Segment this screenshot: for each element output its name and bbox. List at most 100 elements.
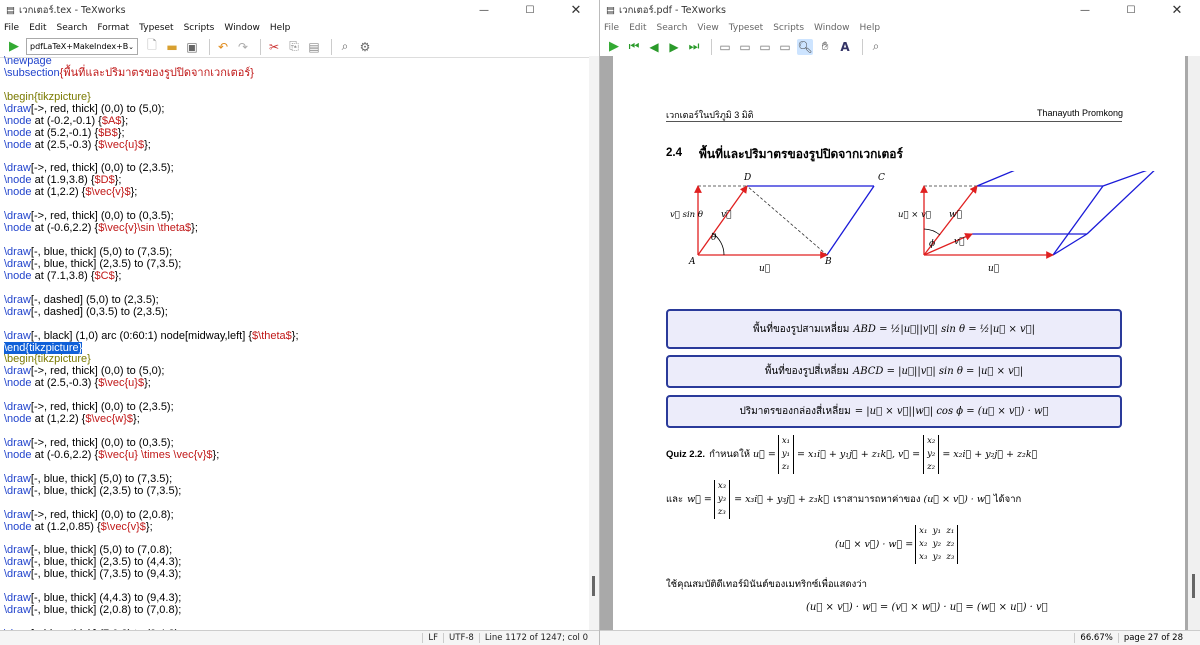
- paste-icon[interactable]: ▤: [306, 39, 322, 55]
- code-line[interactable]: \node at (-0.6,2.2) {$\vec{v}\sin \theta…: [4, 222, 590, 235]
- menu-help[interactable]: Help: [860, 23, 881, 33]
- code-line[interactable]: \begin{tikzpicture}: [4, 91, 590, 104]
- code-line[interactable]: \node at (2.5,-0.3) {$\vec{u}$};: [4, 139, 590, 152]
- code-line[interactable]: \node at (-0.6,2.2) {$\vec{u} \times \ve…: [4, 449, 590, 462]
- page-indicator[interactable]: page 27 of 28: [1117, 633, 1188, 643]
- menu-edit[interactable]: Edit: [629, 23, 646, 33]
- code-line[interactable]: \node at (1,2.2) {$\vec{w}$};: [4, 413, 590, 426]
- code-line[interactable]: \draw[-, blue, thick] (5,0) to (7,3.5);: [4, 473, 590, 486]
- find-icon[interactable]: ⌕: [337, 39, 353, 55]
- code-line[interactable]: \node at (2.5,-0.3) {$\vec{u}$};: [4, 377, 590, 390]
- label-vsin: v⃗ sin θ: [670, 210, 703, 220]
- open-folder-icon[interactable]: ▬: [164, 39, 180, 55]
- next-page-icon[interactable]: ▶: [666, 39, 682, 55]
- menu-scripts[interactable]: Scripts: [773, 23, 804, 33]
- code-line[interactable]: \end{tikzpicture}: [4, 341, 590, 355]
- editor-scrollbar[interactable]: [589, 56, 599, 630]
- maximize-button[interactable]: ☐: [1108, 5, 1154, 16]
- hand-tool-icon[interactable]: ✋︎: [817, 39, 833, 55]
- tex-file-icon: ▤: [6, 4, 15, 16]
- menu-scripts[interactable]: Scripts: [184, 23, 215, 33]
- quiz-u-lhs: u⃗ =: [753, 449, 776, 460]
- edge-8: [1086, 171, 1155, 235]
- cursor-position[interactable]: Line 1172 of 1247; col 0: [478, 633, 593, 643]
- code-line[interactable]: \node at (7.1,3.8) {$C$};: [4, 270, 590, 283]
- toolbar-separator: [209, 38, 210, 55]
- find-icon[interactable]: ⌕: [868, 39, 884, 55]
- code-line[interactable]: \node at (1,2.2) {$\vec{v}$};: [4, 186, 590, 199]
- menu-typeset[interactable]: Typeset: [139, 23, 173, 33]
- save-icon[interactable]: ▣: [184, 39, 200, 55]
- code-line[interactable]: \subsection{พื้นที่และปริมาตรของรูปปิดจา…: [4, 67, 590, 80]
- zoom-level[interactable]: 66.67%: [1074, 633, 1117, 643]
- menu-edit[interactable]: Edit: [29, 23, 46, 33]
- figure-parallelepiped: [920, 171, 1155, 259]
- code-line[interactable]: \draw[-, blue, thick] (2,3.5) to (7,3.5)…: [4, 485, 590, 498]
- menu-search[interactable]: Search: [57, 23, 88, 33]
- quiz-text-from: ได้จาก: [993, 494, 1022, 505]
- code-line[interactable]: [4, 283, 590, 295]
- label-v: v⃗: [721, 210, 732, 220]
- typeset-play-icon[interactable]: ▶: [6, 39, 22, 55]
- matrix-entry: x₂: [927, 436, 936, 446]
- cut-icon[interactable]: ✂: [266, 39, 282, 55]
- code-line[interactable]: \draw[-, black] (1,0) arc (0:60:1) node[…: [4, 330, 590, 343]
- maximize-button[interactable]: ☐: [507, 5, 553, 16]
- new-file-icon[interactable]: 🗋: [144, 38, 160, 55]
- fit-page-icon[interactable]: ▭: [757, 39, 773, 55]
- code-line[interactable]: [4, 498, 590, 510]
- property-text: ใช้คุณสมบัติดีเทอร์มินันต์ของเมทริกซ์เพื…: [666, 579, 867, 590]
- toolbar-separator: [331, 38, 332, 55]
- code-line[interactable]: [4, 319, 590, 331]
- typeset-play-icon[interactable]: ▶: [606, 39, 622, 55]
- pdf-viewer[interactable]: 26 เวกเตอร์ในปริภูมิ 3 มิติ Thanayuth Pr…: [600, 56, 1200, 630]
- code-line[interactable]: \draw[->, red, thick] (0,0) to (5,0);: [4, 103, 590, 116]
- minimize-button[interactable]: —: [461, 5, 507, 16]
- code-line[interactable]: \node at (5.2,-0.1) {$B$};: [4, 127, 590, 140]
- menu-view[interactable]: View: [697, 23, 718, 33]
- menu-window[interactable]: Window: [224, 23, 260, 33]
- code-line[interactable]: [4, 80, 590, 92]
- redo-icon[interactable]: ↷: [235, 39, 251, 55]
- menu-file[interactable]: File: [604, 23, 619, 33]
- close-button[interactable]: ✕: [553, 3, 599, 18]
- scrollbar-thumb[interactable]: [1192, 574, 1195, 598]
- code-line[interactable]: \draw[->, red, thick] (0,0) to (2,0.8);: [4, 509, 590, 522]
- actual-size-icon[interactable]: ▭: [717, 39, 733, 55]
- magnify-icon[interactable]: 🔍︎: [797, 38, 813, 55]
- code-line[interactable]: \draw[-, dashed] (5,0) to (2,3.5);: [4, 294, 590, 307]
- code-line[interactable]: \node at (-0.2,-0.1) {$A$};: [4, 115, 590, 128]
- menu-format[interactable]: Format: [97, 23, 129, 33]
- toolbar-separator: [862, 38, 863, 55]
- code-line[interactable]: \draw[-, blue, thick] (7,3.5) to (9,4.3)…: [4, 568, 590, 581]
- code-editor[interactable]: \newpage \subsection{พื้นที่และปริมาตรของ…: [0, 56, 590, 630]
- edge-1: [1052, 185, 1104, 256]
- quiz-and: และ: [666, 494, 684, 505]
- select-text-icon[interactable]: A: [837, 39, 853, 55]
- engine-select[interactable]: pdfLaTeX+MakeIndex+BibTeX ⌄: [26, 38, 138, 55]
- code-line[interactable]: \node at (1.2,0.85) {$\vec{v}$};: [4, 521, 590, 534]
- prev-page-icon[interactable]: ◀: [646, 39, 662, 55]
- pdf-scrollbar[interactable]: [1188, 56, 1200, 630]
- code-line[interactable]: \draw[-, blue, thick] (2,0.8) to (7,0.8)…: [4, 604, 590, 617]
- fit-width-icon[interactable]: ▭: [737, 39, 753, 55]
- menu-search[interactable]: Search: [657, 23, 688, 33]
- edge-3: [1052, 233, 1088, 256]
- menu-file[interactable]: File: [4, 23, 19, 33]
- encoding-indicator[interactable]: UTF-8: [443, 633, 479, 643]
- first-page-icon[interactable]: ⏮: [626, 39, 642, 55]
- menu-typeset[interactable]: Typeset: [729, 23, 763, 33]
- menu-help[interactable]: Help: [270, 23, 291, 33]
- last-page-icon[interactable]: ⏭: [686, 39, 702, 55]
- close-button[interactable]: ✕: [1154, 3, 1200, 18]
- scrollbar-thumb[interactable]: [592, 576, 595, 596]
- menu-window[interactable]: Window: [814, 23, 850, 33]
- minimize-button[interactable]: —: [1062, 5, 1108, 16]
- line-ending-indicator[interactable]: LF: [422, 633, 443, 643]
- copy-icon[interactable]: ⎘: [286, 39, 302, 55]
- fit-window-icon[interactable]: ▭: [777, 39, 793, 55]
- preferences-icon[interactable]: ⚙: [357, 39, 373, 55]
- undo-icon[interactable]: ↶: [215, 39, 231, 55]
- code-line[interactable]: \draw[-, dashed] (0,3.5) to (2,3.5);: [4, 306, 590, 319]
- label-uxv: u⃗ × v⃗: [898, 210, 932, 220]
